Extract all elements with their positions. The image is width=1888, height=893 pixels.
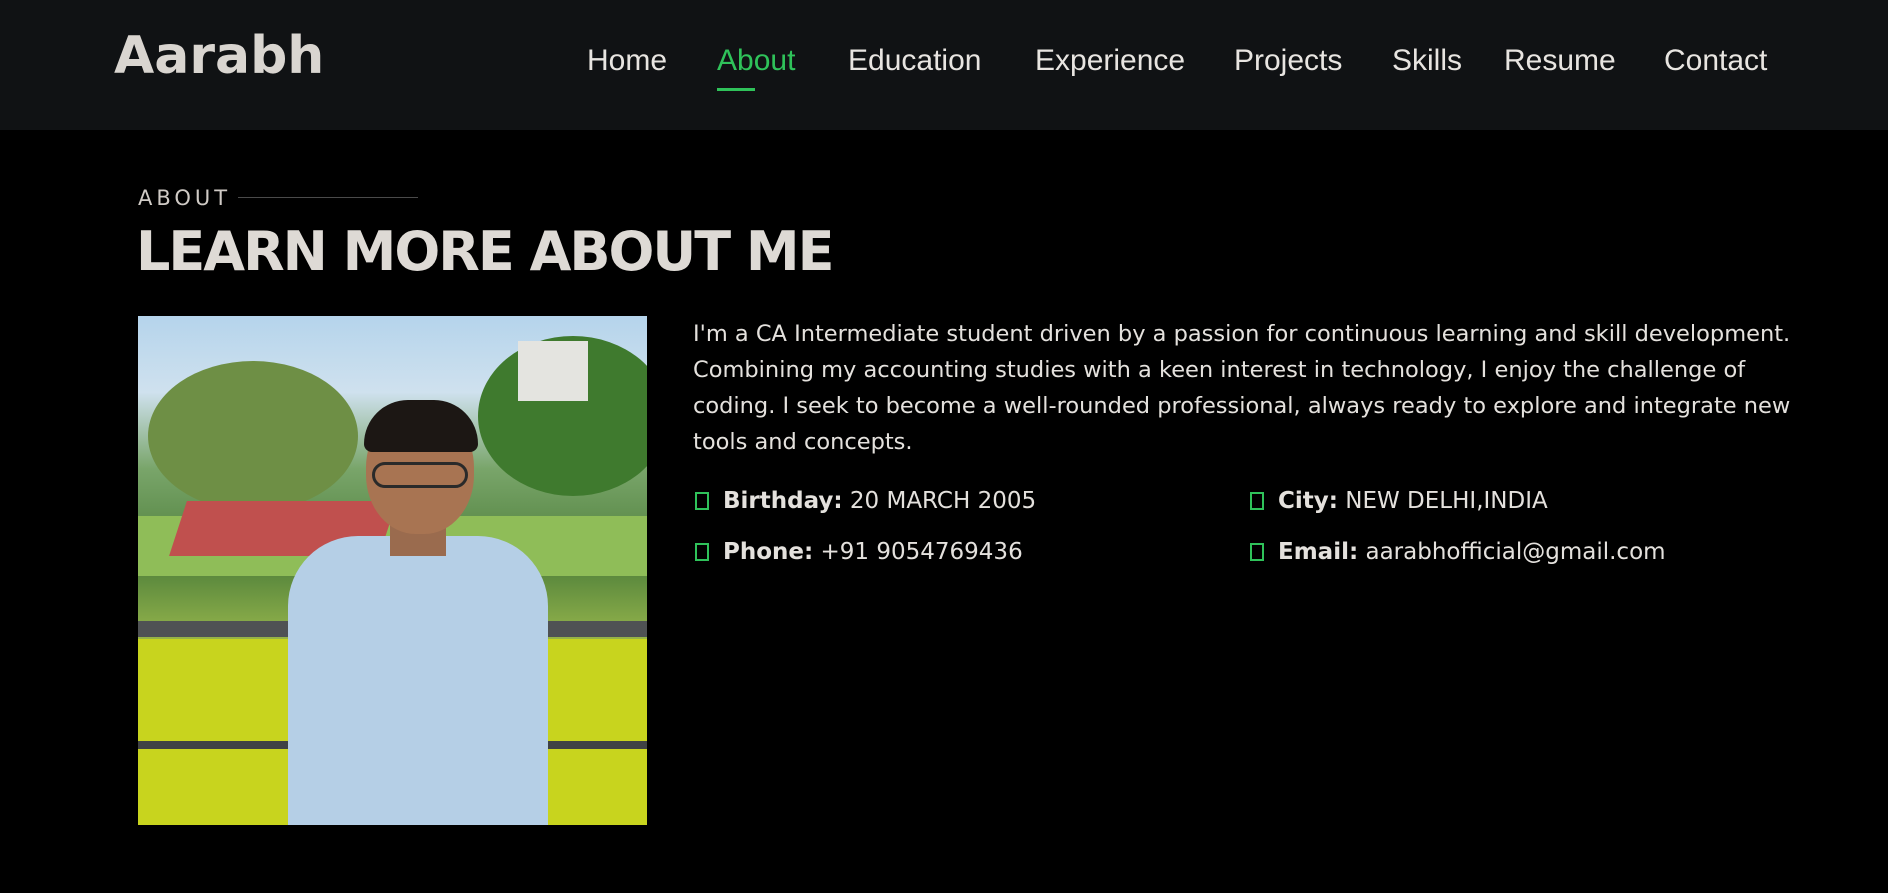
- detail-key: City:: [1278, 488, 1338, 514]
- detail-value: NEW DELHI,INDIA: [1345, 488, 1548, 514]
- detail-phone: Phone: +91 9054769436: [695, 539, 1023, 565]
- detail-value: aarabhofficial@gmail.com: [1365, 539, 1666, 565]
- nav-projects[interactable]: Projects: [1234, 44, 1342, 78]
- nav-contact[interactable]: Contact: [1664, 44, 1767, 78]
- detail-key: Birthday:: [723, 488, 843, 514]
- detail-value: +91 9054769436: [820, 539, 1023, 565]
- nav-experience[interactable]: Experience: [1035, 44, 1185, 78]
- chevron-right-icon: [695, 492, 709, 510]
- nav-resume[interactable]: Resume: [1504, 44, 1616, 78]
- detail-key: Phone:: [723, 539, 814, 565]
- section-label-divider: [238, 197, 418, 198]
- section-title: LEARN MORE ABOUT ME: [136, 220, 835, 283]
- chevron-right-icon: [695, 543, 709, 561]
- detail-city: City: NEW DELHI,INDIA: [1250, 488, 1548, 514]
- nav-about[interactable]: About: [717, 44, 795, 78]
- site-header: Aarabh Home About Education Experience P…: [0, 0, 1888, 130]
- chevron-right-icon: [1250, 543, 1264, 561]
- nav-active-indicator: [717, 88, 755, 91]
- detail-key: Email:: [1278, 539, 1359, 565]
- nav-home[interactable]: Home: [587, 44, 667, 78]
- section-label: ABOUT: [138, 186, 232, 210]
- bio-paragraph: I'm a CA Intermediate student driven by …: [693, 321, 1791, 455]
- nav-education[interactable]: Education: [848, 44, 981, 78]
- chevron-right-icon: [1250, 492, 1264, 510]
- detail-value: 20 MARCH 2005: [849, 488, 1037, 514]
- detail-birthday: Birthday: 20 MARCH 2005: [695, 488, 1036, 514]
- detail-email: Email: aarabhofficial@gmail.com: [1250, 539, 1666, 565]
- site-logo[interactable]: Aarabh: [114, 26, 324, 86]
- nav-skills[interactable]: Skills: [1392, 44, 1462, 78]
- profile-photo: [138, 316, 647, 825]
